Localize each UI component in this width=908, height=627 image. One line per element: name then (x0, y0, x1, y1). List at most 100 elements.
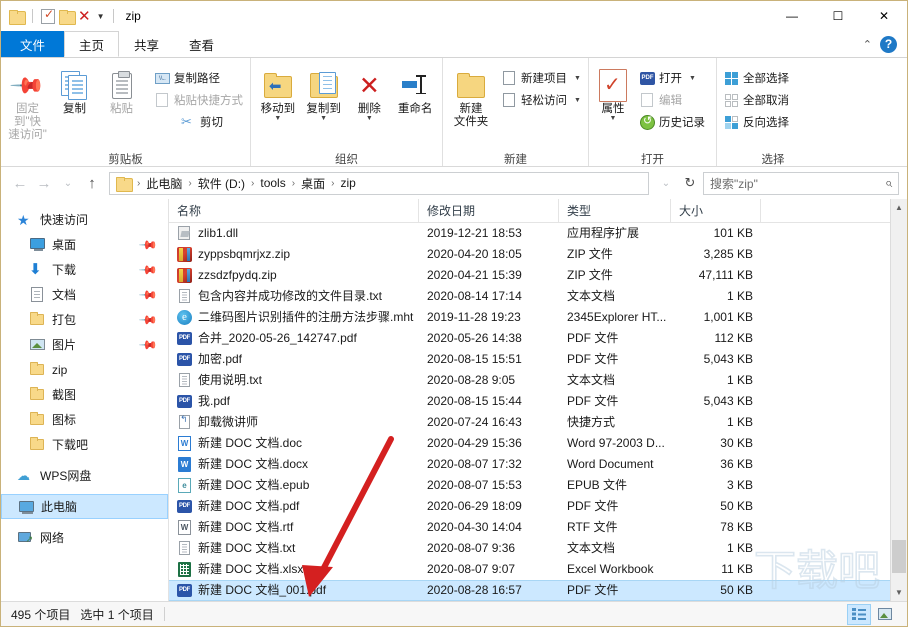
table-row[interactable]: W新建 DOC 文档.doc2020-04-29 15:36Word 97-20… (169, 433, 890, 454)
move-to-button[interactable]: ⬅ 移动到 ▼ (255, 64, 301, 122)
select-none-button[interactable]: 全部取消 (721, 89, 792, 111)
thumbnail-view-button[interactable] (873, 604, 897, 625)
tab-view[interactable]: 查看 (174, 31, 229, 57)
column-size[interactable]: 大小 (671, 199, 761, 223)
table-row[interactable]: PDF合并_2020-05-26_142747.pdf2020-05-26 14… (169, 328, 890, 349)
column-type[interactable]: 类型 (559, 199, 671, 223)
pin-icon[interactable]: 📌 (138, 234, 158, 254)
table-row[interactable]: 新建 DOC 文档.xlsx2020-08-07 9:07Excel Workb… (169, 559, 890, 580)
chevron-down-icon[interactable]: ▼ (574, 75, 581, 82)
sidebar-item-quick-access[interactable]: ★ 快速访问 (1, 207, 168, 232)
table-row[interactable]: e二维码图片识别插件的注册方法步骤.mht2019-11-28 19:23234… (169, 307, 890, 328)
details-view-button[interactable] (847, 604, 871, 625)
table-row[interactable]: PDF加密.pdf2020-08-15 15:51PDF 文件5,043 KB (169, 349, 890, 370)
sidebar-item-icons[interactable]: 图标 (1, 407, 168, 432)
chevron-down-icon[interactable]: ▼ (610, 116, 617, 122)
navigation-pane[interactable]: ★ 快速访问 桌面 📌 ⬇ 下载 📌 文档 📌 打包 📌 (1, 199, 169, 601)
delete-button[interactable]: ✕ 删除 ▼ (347, 64, 393, 122)
rename-button[interactable]: 重命名 (392, 64, 438, 116)
help-icon[interactable]: ? (880, 36, 897, 53)
table-row[interactable]: 卸载微讲师2020-07-24 16:43快捷方式1 KB (169, 412, 890, 433)
table-row[interactable]: zyppsbqmrjxz.zip2020-04-20 18:05ZIP 文件3,… (169, 244, 890, 265)
delete-icon[interactable]: ✕ (78, 9, 91, 24)
pin-to-quick-access-button[interactable]: 📌 固定到"快 速访问" (5, 64, 50, 142)
table-row[interactable]: zzsdzfpydq.zip2020-04-21 15:39ZIP 文件47,1… (169, 265, 890, 286)
recent-locations-button[interactable]: ⌄ (57, 172, 79, 194)
sidebar-item-network[interactable]: 网络 (1, 525, 168, 550)
pin-icon[interactable]: 📌 (138, 284, 158, 304)
scroll-up-arrow-icon[interactable]: ▲ (891, 199, 907, 216)
table-row[interactable]: PDF我.pdf2020-08-15 15:44PDF 文件5,043 KB (169, 391, 890, 412)
breadcrumb-item-tools[interactable]: tools (257, 176, 288, 190)
new-folder-icon[interactable] (59, 10, 74, 23)
breadcrumb-item-drive-d[interactable]: 软件 (D:) (195, 175, 248, 192)
column-date-modified[interactable]: 修改日期 (419, 199, 559, 223)
chevron-down-icon[interactable]: ▼ (97, 12, 105, 21)
breadcrumb-item-desktop[interactable]: 桌面 (298, 175, 328, 192)
chevron-down-icon[interactable]: ▼ (689, 75, 696, 82)
history-button[interactable]: 历史记录 (637, 111, 708, 133)
column-name[interactable]: 名称 (169, 199, 419, 223)
tab-share[interactable]: 共享 (119, 31, 174, 57)
chevron-down-icon[interactable]: ▼ (274, 116, 281, 122)
chevron-down-icon[interactable]: ▼ (574, 97, 581, 104)
copy-path-button[interactable]: \\.. 复制路径 (152, 67, 246, 89)
table-row[interactable]: W新建 DOC 文档.docx2020-08-07 17:32Word Docu… (169, 454, 890, 475)
sidebar-item-xiazaiba[interactable]: 下载吧 (1, 432, 168, 457)
maximize-button[interactable]: ☐ (815, 1, 861, 31)
tab-home[interactable]: 主页 (64, 31, 119, 57)
sidebar-item-wps-cloud[interactable]: ☁ WPS网盘 (1, 463, 168, 488)
cut-button[interactable]: ✂ 剪切 (178, 111, 246, 133)
minimize-button[interactable]: — (769, 1, 815, 31)
paste-button[interactable]: 粘贴 (99, 64, 144, 116)
table-row[interactable]: e新建 DOC 文档.epub2020-08-07 15:53EPUB 文件3 … (169, 475, 890, 496)
table-row[interactable]: W新建 DOC 文档.rtf2020-04-30 14:04RTF 文件78 K… (169, 517, 890, 538)
sidebar-item-downloads[interactable]: ⬇ 下载 📌 (1, 257, 168, 282)
open-button[interactable]: PDF 打开 ▼ (637, 67, 708, 89)
sidebar-item-package[interactable]: 打包 📌 (1, 307, 168, 332)
table-row[interactable]: 新建 DOC 文档.txt2020-08-07 9:36文本文档1 KB (169, 538, 890, 559)
pin-icon[interactable]: 📌 (138, 309, 158, 329)
refresh-button[interactable]: ↻ (679, 172, 701, 194)
breadcrumb[interactable]: › 此电脑 › 软件 (D:) › tools › 桌面 › zip (109, 172, 649, 195)
table-row[interactable]: 使用说明.txt2020-08-28 9:05文本文档1 KB (169, 370, 890, 391)
search-icon[interactable]: ⌕ (885, 175, 892, 191)
copy-button[interactable]: 复制 (52, 64, 97, 116)
close-button[interactable]: ✕ (861, 1, 907, 31)
edit-button[interactable]: 编辑 (637, 89, 708, 111)
table-row[interactable]: 包含内容并成功修改的文件目录.txt2020-08-14 17:14文本文档1 … (169, 286, 890, 307)
table-row[interactable]: zlib1.dll2019-12-21 18:53应用程序扩展101 KB (169, 223, 890, 244)
new-folder-button[interactable]: 新建 文件夹 (447, 64, 495, 129)
address-dropdown-button[interactable]: ⌄ (655, 172, 677, 194)
file-list[interactable]: zlib1.dll2019-12-21 18:53应用程序扩展101 KBzyp… (169, 223, 890, 601)
folder-icon[interactable] (9, 10, 24, 23)
tab-file[interactable]: 文件 (1, 31, 64, 57)
scrollbar-thumb[interactable] (892, 540, 906, 573)
paste-shortcut-button[interactable]: 粘贴快捷方式 (152, 89, 246, 111)
sidebar-item-pictures[interactable]: 图片 📌 (1, 332, 168, 357)
sidebar-item-documents[interactable]: 文档 📌 (1, 282, 168, 307)
easy-access-button[interactable]: 轻松访问 ▼ (499, 89, 584, 111)
invert-selection-button[interactable]: 反向选择 (721, 111, 792, 133)
properties-button[interactable]: 属性 ▼ (593, 64, 633, 122)
table-row[interactable]: PDF新建 DOC 文档.pdf2020-06-29 18:09PDF 文件50… (169, 496, 890, 517)
sidebar-item-zip[interactable]: zip (1, 357, 168, 382)
pin-icon[interactable]: 📌 (138, 334, 158, 354)
vertical-scrollbar[interactable]: ▲ ▼ (890, 199, 907, 601)
up-button[interactable]: ↑ (81, 172, 103, 194)
sidebar-item-screenshots[interactable]: 截图 (1, 382, 168, 407)
sidebar-item-desktop[interactable]: 桌面 📌 (1, 232, 168, 257)
copy-to-button[interactable]: 复制到 ▼ (301, 64, 347, 122)
chevron-down-icon[interactable]: ▼ (366, 116, 373, 122)
back-button[interactable]: ← (9, 172, 31, 194)
new-item-button[interactable]: 新建项目 ▼ (499, 67, 584, 89)
forward-button[interactable]: → (33, 172, 55, 194)
properties-icon[interactable] (41, 9, 55, 24)
scroll-down-arrow-icon[interactable]: ▼ (891, 584, 907, 601)
chevron-up-icon[interactable]: ⌃ (863, 38, 872, 51)
chevron-down-icon[interactable]: ▼ (320, 116, 327, 122)
breadcrumb-item-zip[interactable]: zip (337, 176, 358, 190)
search-input[interactable]: 搜索"zip" ⌕ (703, 172, 899, 195)
select-all-button[interactable]: 全部选择 (721, 67, 792, 89)
sidebar-item-this-pc[interactable]: 此电脑 (1, 494, 168, 519)
